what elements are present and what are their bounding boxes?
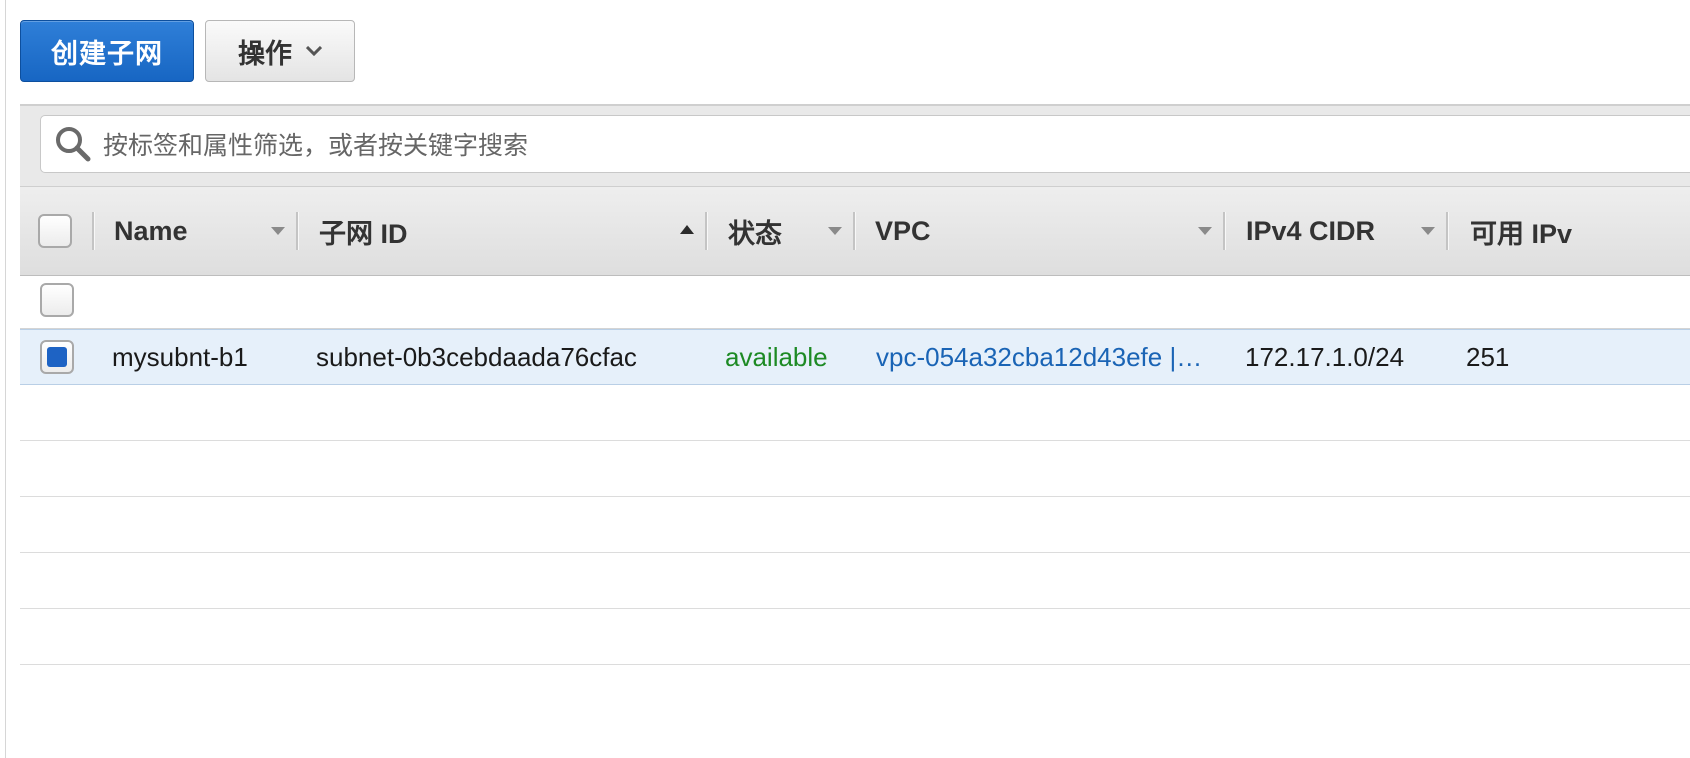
column-header-subnet-id[interactable]: 子网 ID — [319, 187, 408, 275]
column-divider — [705, 212, 708, 250]
column-header-available-ipv4[interactable]: 可用 IPv — [1470, 187, 1572, 275]
row-divider — [20, 608, 1690, 609]
chevron-down-icon — [306, 46, 322, 56]
table-panel: 按标签和属性筛选，或者按关键字搜索 Name 子网 ID 状态 VPC IPv4… — [20, 104, 1690, 276]
column-divider — [853, 212, 856, 250]
column-header-ipv4-cidr[interactable]: IPv4 CIDR — [1246, 187, 1375, 275]
sort-icon[interactable] — [271, 227, 285, 235]
row-divider — [20, 664, 1690, 665]
column-divider — [296, 212, 299, 250]
column-divider — [1446, 212, 1449, 250]
column-header-vpc[interactable]: VPC — [875, 187, 931, 275]
vpc-link[interactable]: vpc-054a32cba12d43efe |… — [876, 330, 1202, 384]
search-icon — [56, 127, 91, 162]
row-checkbox-checked[interactable] — [40, 340, 74, 374]
left-divider — [5, 0, 6, 758]
column-divider — [1223, 212, 1226, 250]
table-row-selected[interactable]: mysubnt-b1 subnet-0b3cebdaada76cfac avai… — [20, 329, 1690, 385]
sort-ascending-icon[interactable] — [680, 225, 694, 234]
table-row[interactable] — [20, 274, 1690, 329]
search-placeholder: 按标签和属性筛选，或者按关键字搜索 — [103, 132, 529, 160]
actions-label: 操作 — [238, 38, 292, 69]
cell-available-ipv4: 251 — [1466, 341, 1510, 372]
toolbar: 创建子网 操作 — [20, 20, 355, 82]
row-divider — [20, 552, 1690, 553]
search-input[interactable]: 按标签和属性筛选，或者按关键字搜索 — [40, 115, 1690, 173]
row-divider — [20, 496, 1690, 497]
column-header-state[interactable]: 状态 — [728, 187, 782, 275]
subnets-page: 创建子网 操作 按标签和属性筛选，或者按关键字搜索 Name 子网 ID 状态 … — [0, 0, 1690, 758]
cell-state: available — [725, 341, 828, 372]
row-checkbox[interactable] — [40, 283, 74, 317]
column-divider — [92, 212, 95, 250]
select-all-checkbox[interactable] — [38, 214, 72, 248]
cell-name: mysubnt-b1 — [112, 341, 248, 372]
column-header-name[interactable]: Name — [114, 187, 188, 275]
table-header: Name 子网 ID 状态 VPC IPv4 CIDR 可用 IPv — [20, 186, 1690, 276]
create-subnet-button[interactable]: 创建子网 — [20, 20, 194, 82]
sort-icon[interactable] — [1421, 227, 1435, 235]
sort-icon[interactable] — [1198, 227, 1212, 235]
cell-ipv4-cidr: 172.17.1.0/24 — [1245, 341, 1405, 372]
cell-subnet-id: subnet-0b3cebdaada76cfac — [316, 341, 637, 372]
row-divider — [20, 440, 1690, 441]
sort-icon[interactable] — [828, 227, 842, 235]
actions-dropdown-button[interactable]: 操作 — [205, 20, 355, 82]
